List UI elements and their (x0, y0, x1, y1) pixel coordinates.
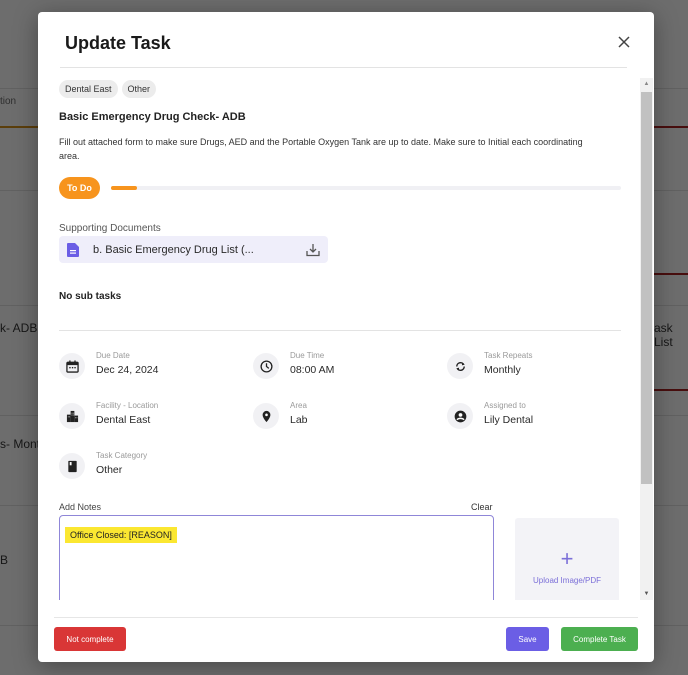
save-button[interactable]: Save (506, 627, 549, 651)
scroll-thumb[interactable] (641, 92, 652, 484)
detail-label: Task Category (96, 451, 148, 460)
detail-label: Task Repeats (484, 351, 533, 360)
document-icon (67, 242, 79, 257)
tag-facility: Dental East (59, 80, 118, 98)
detail-label: Due Time (290, 351, 325, 360)
detail-value: 08:00 AM (290, 364, 335, 376)
repeat-icon (447, 353, 473, 379)
footer-divider (54, 617, 638, 618)
detail-label: Assigned to (484, 401, 526, 410)
progress-bar (111, 186, 621, 190)
subtasks-label: No sub tasks (59, 291, 122, 302)
detail-area: Area Lab (253, 401, 308, 429)
modal-title: Update Task (65, 33, 171, 53)
book-icon (59, 453, 85, 479)
tag-list: Dental East Other (59, 80, 157, 98)
download-icon[interactable] (306, 243, 320, 257)
supporting-documents-label: Supporting Documents (59, 223, 161, 234)
detail-label: Facility - Location (96, 401, 159, 410)
upload-button[interactable]: + Upload Image/PDF (515, 518, 619, 600)
detail-value: Dental East (96, 414, 151, 426)
calendar-icon (59, 353, 85, 379)
upload-label: Upload Image/PDF (532, 575, 602, 585)
scroll-down-arrow-icon[interactable]: ▼ (640, 588, 653, 600)
detail-value: Other (96, 464, 123, 476)
user-circle-icon (447, 403, 473, 429)
detail-assigned-to: Assigned to Lily Dental (447, 401, 533, 429)
header-divider (60, 67, 627, 68)
progress-fill (111, 186, 137, 190)
complete-task-button[interactable]: Complete Task (561, 627, 638, 651)
notes-text: Office Closed: [REASON] (65, 527, 177, 543)
building-icon (59, 403, 85, 429)
close-icon (618, 36, 630, 48)
clear-notes-button[interactable]: Clear (471, 502, 493, 512)
detail-due-time: Due Time 08:00 AM (253, 351, 334, 379)
status-badge[interactable]: To Do (59, 177, 100, 199)
content-divider (59, 330, 621, 331)
close-button[interactable] (616, 34, 632, 50)
detail-facility-location: Facility - Location Dental East (59, 401, 158, 429)
detail-value: Lily Dental (484, 414, 534, 426)
detail-task-repeats: Task Repeats Monthly (447, 351, 532, 379)
notes-label: Add Notes (59, 502, 102, 512)
detail-label: Due Date (96, 351, 130, 360)
modal-body: Dental East Other Basic Emergency Drug C… (38, 76, 654, 600)
detail-task-category: Task Category Other (59, 451, 147, 479)
update-task-modal: Update Task Dental East Other Basic Emer… (38, 12, 654, 662)
modal-scrollbar[interactable]: ▲ ▼ (640, 78, 653, 600)
detail-value: Dec 24, 2024 (96, 364, 159, 376)
detail-label: Area (290, 401, 307, 410)
document-item[interactable]: b. Basic Emergency Drug List (... (59, 236, 328, 263)
plus-icon: + (560, 545, 574, 571)
task-title: Basic Emergency Drug Check- ADB (59, 111, 246, 123)
detail-value: Lab (290, 414, 308, 426)
notes-textarea[interactable]: Office Closed: [REASON] (59, 515, 494, 600)
task-description: Fill out attached form to make sure Drug… (59, 137, 583, 161)
not-complete-button[interactable]: Not complete (54, 627, 126, 651)
scroll-up-arrow-icon[interactable]: ▲ (640, 78, 653, 90)
detail-value: Monthly (484, 364, 521, 376)
clock-icon (253, 353, 279, 379)
detail-due-date: Due Date Dec 24, 2024 (59, 351, 158, 379)
tag-category: Other (121, 80, 157, 98)
location-pin-icon (253, 403, 279, 429)
document-name: b. Basic Emergency Drug List (... (93, 243, 254, 256)
